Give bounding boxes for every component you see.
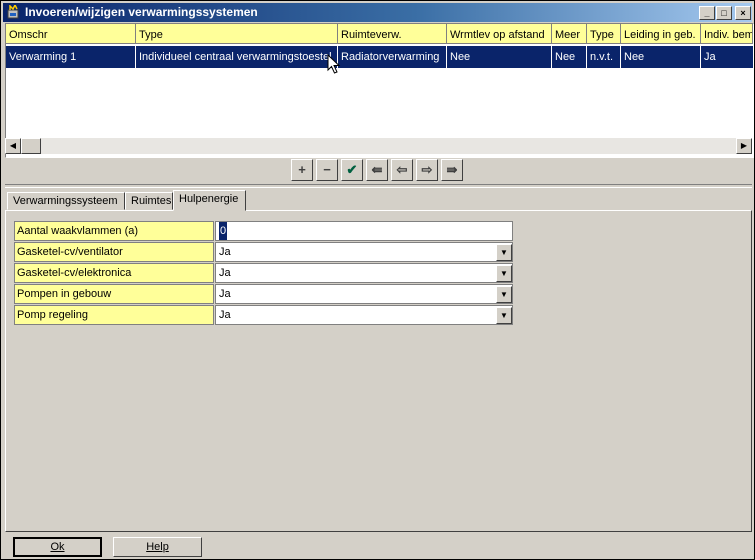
elektronica-select[interactable]: Ja ▼ (215, 263, 513, 283)
scroll-right-icon[interactable]: ▶ (736, 138, 752, 154)
pompregeling-select[interactable]: Ja ▼ (215, 305, 513, 325)
pompen-select[interactable]: Ja ▼ (215, 284, 513, 304)
horizontal-scrollbar[interactable]: ◀ ▶ (5, 138, 752, 154)
field-label: Gasketel-cv/ventilator (14, 242, 214, 262)
tab-panel-hulpenergie: Aantal waakvlammen (a) 0 Gasketel-cv/ven… (5, 210, 752, 532)
table-row[interactable]: Verwarming 1 Individueel centraal verwar… (6, 46, 753, 68)
minimize-button[interactable]: _ (699, 6, 715, 20)
ok-button[interactable]: Ok (13, 537, 102, 557)
button-bar: Ok Help (5, 534, 752, 558)
column-header-ruimteverw[interactable]: Ruimteverw. (338, 24, 447, 44)
table-cell[interactable]: Verwarming 1 (6, 46, 136, 68)
divider (5, 184, 752, 188)
field-label: Pompen in gebouw (14, 284, 214, 304)
grid-header: Omschr Type Ruimteverw. Wrmtlev op afsta… (6, 24, 753, 46)
chevron-down-icon[interactable]: ▼ (496, 307, 512, 324)
title-bar[interactable]: Invoeren/wijzigen verwarmingssystemen _ … (3, 3, 752, 22)
field-value: Ja (219, 246, 231, 258)
column-header-type2[interactable]: Type (587, 24, 621, 44)
column-header-omschr[interactable]: Omschr (6, 24, 136, 44)
tab-verwarmingssysteem[interactable]: Verwarmingssysteem (7, 192, 125, 210)
plus-icon[interactable]: + (291, 159, 313, 181)
field-label: Pomp regeling (14, 305, 214, 325)
tab-ruimtes[interactable]: Ruimtes (125, 192, 173, 210)
chevron-down-icon[interactable]: ▼ (496, 286, 512, 303)
close-button[interactable]: × (735, 6, 751, 20)
table-cell[interactable]: n.v.t. (587, 46, 621, 68)
tab-hulpenergie[interactable]: Hulpenergie (173, 190, 246, 211)
waakvlammen-input[interactable]: 0 (215, 221, 513, 241)
first-icon[interactable]: ⇚ (366, 159, 388, 181)
mouse-pointer-icon (327, 54, 341, 74)
next-icon[interactable]: ⇨ (416, 159, 438, 181)
table-cell[interactable]: Individueel centraal verwarmingstoestel (136, 46, 338, 68)
ventilator-select[interactable]: Ja ▼ (215, 242, 513, 262)
maximize-button[interactable]: □ (716, 6, 732, 20)
main-window: Invoeren/wijzigen verwarmingssystemen _ … (0, 0, 755, 560)
help-button[interactable]: Help (113, 537, 202, 557)
field-label: Gasketel-cv/elektronica (14, 263, 214, 283)
check-icon[interactable]: ✔ (341, 159, 363, 181)
field-label: Aantal waakvlammen (a) (14, 221, 214, 241)
chevron-down-icon[interactable]: ▼ (496, 244, 512, 261)
table-cell[interactable]: Nee (447, 46, 552, 68)
table-cell[interactable]: Nee (621, 46, 701, 68)
chevron-down-icon[interactable]: ▼ (496, 265, 512, 282)
field-value: Ja (219, 309, 231, 321)
field-value: Ja (219, 267, 231, 279)
last-icon[interactable]: ⇛ (441, 159, 463, 181)
app-icon (7, 5, 19, 19)
window-title: Invoeren/wijzigen verwarmingssystemen (25, 5, 258, 19)
table-cell[interactable]: Ja (701, 46, 753, 68)
column-header-leiding[interactable]: Leiding in geb. (621, 24, 701, 44)
scroll-thumb[interactable] (21, 138, 41, 154)
column-header-meer[interactable]: Meer (552, 24, 587, 44)
column-header-wrmtlev[interactable]: Wrmtlev op afstand (447, 24, 552, 44)
minus-icon[interactable]: − (316, 159, 338, 181)
column-header-type[interactable]: Type (136, 24, 338, 44)
field-value: Ja (219, 288, 231, 300)
table-cell[interactable]: Radiatorverwarming (338, 46, 447, 68)
table-cell[interactable]: Nee (552, 46, 587, 68)
prior-icon[interactable]: ⇦ (391, 159, 413, 181)
column-header-indiv[interactable]: Indiv. bem (701, 24, 753, 44)
scroll-left-icon[interactable]: ◀ (5, 138, 21, 154)
field-value: 0 (219, 222, 228, 240)
